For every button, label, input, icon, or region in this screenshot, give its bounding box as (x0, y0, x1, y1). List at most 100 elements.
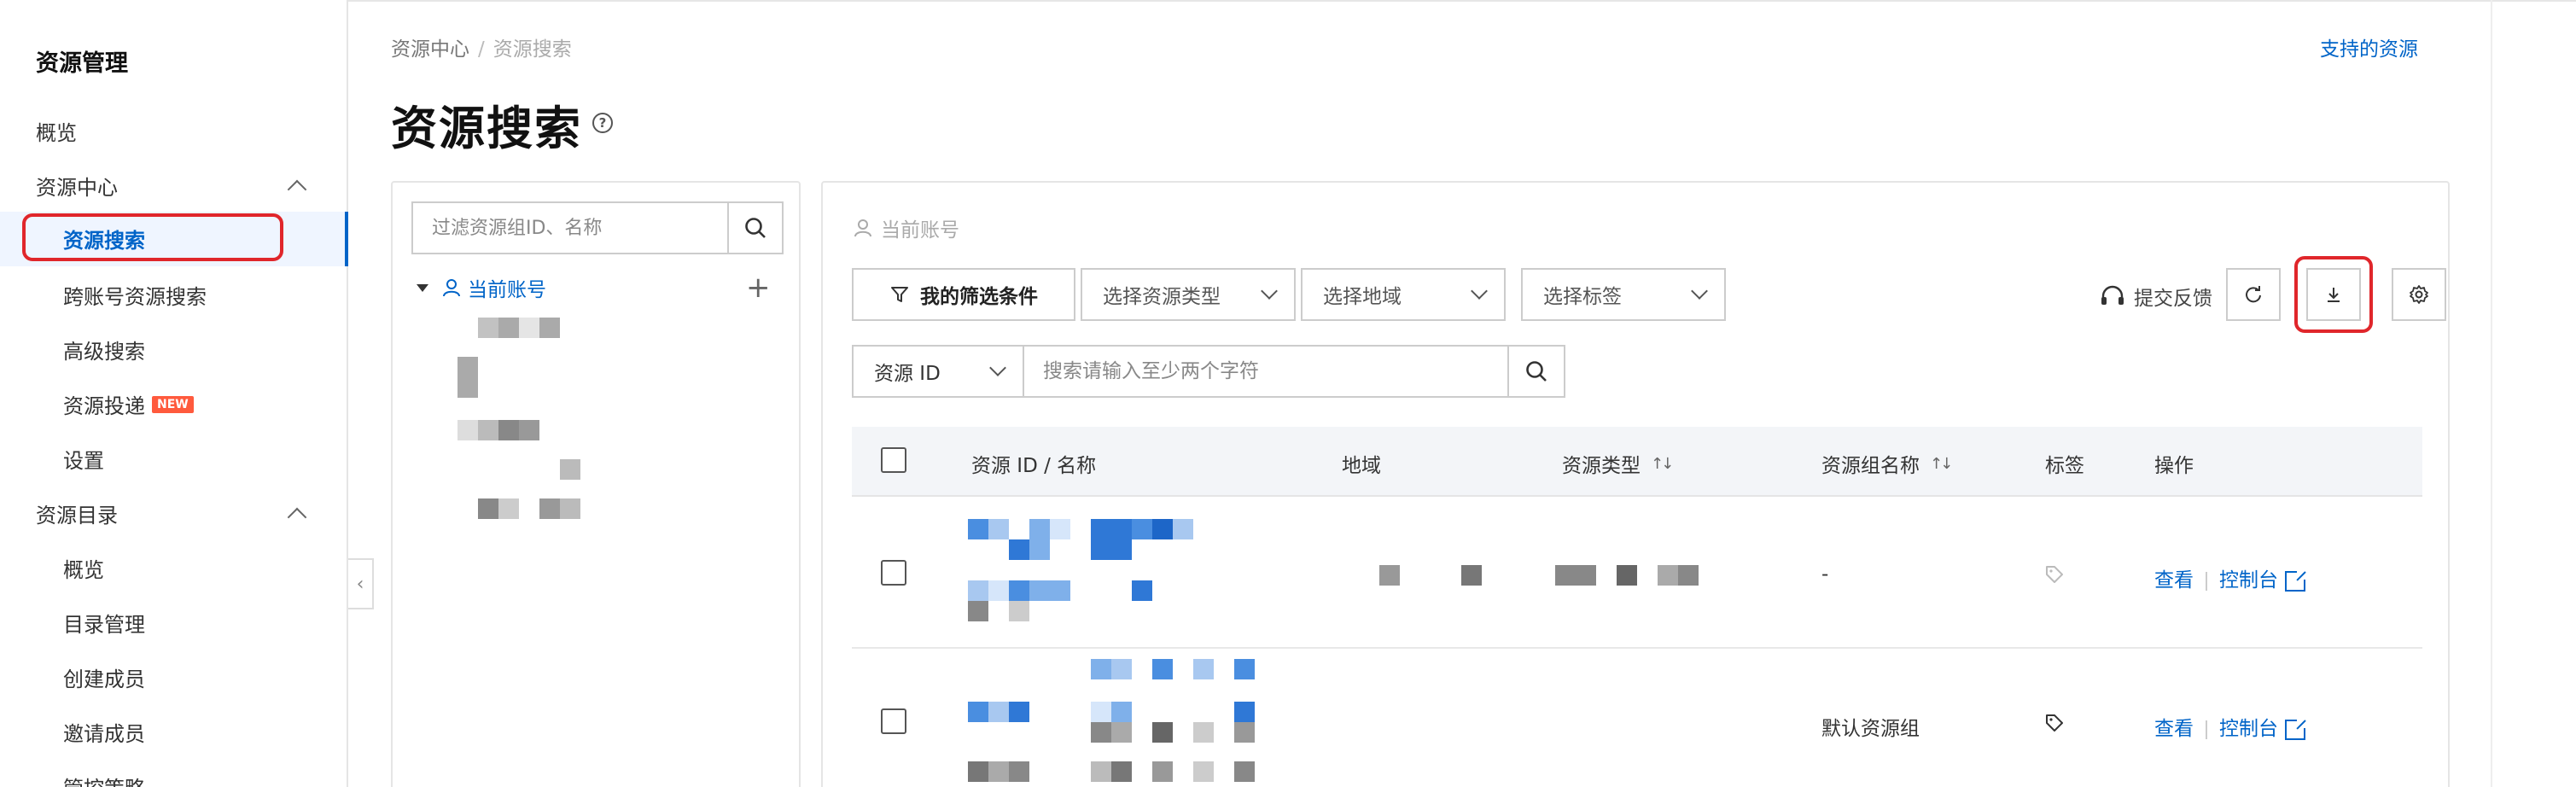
highlight-box (22, 213, 283, 261)
breadcrumb-current: 资源搜索 (492, 38, 572, 61)
sidebar-item-cross-account-search[interactable]: 跨账号资源搜索 (63, 280, 207, 310)
top-border (0, 0, 2576, 2)
col-resource-group-label: 资源组名称 (1821, 455, 1920, 477)
external-link-icon[interactable] (2285, 717, 2307, 740)
sidebar-item-overview[interactable]: 概览 (36, 116, 77, 146)
user-icon (854, 219, 871, 237)
search-icon (745, 218, 766, 238)
sidebar-group-resource-directory[interactable]: 资源目录 (36, 498, 309, 528)
resource-search-input[interactable] (1024, 347, 1507, 396)
chevron-down-icon (1691, 283, 1708, 300)
console-link[interactable]: 控制台 (2219, 569, 2278, 592)
sidebar-item-control-policy[interactable]: 管控策略 (63, 772, 145, 787)
breadcrumb-home[interactable]: 资源中心 (391, 38, 469, 61)
tag-icon[interactable] (2045, 714, 2064, 732)
console-link[interactable]: 控制台 (2219, 718, 2278, 740)
my-filters-label: 我的筛选条件 (920, 286, 1038, 308)
filter-icon (891, 287, 908, 302)
resource-group-name: 默认资源组 (1821, 718, 1920, 740)
my-filters-button[interactable]: 我的筛选条件 (852, 268, 1075, 321)
resource-group-search (411, 201, 784, 254)
chevron-left-icon: ‹ (356, 573, 364, 595)
resource-type-placeholder: 选择资源类型 (1103, 286, 1221, 308)
chevron-down-icon (1261, 283, 1278, 300)
row-actions: 查看 控制台 (2154, 563, 2307, 592)
user-icon (443, 279, 460, 297)
refresh-button[interactable] (2226, 268, 2281, 321)
divider (2206, 720, 2207, 739)
sidebar-item-settings[interactable]: 设置 (63, 444, 104, 474)
sidebar: 资源管理 概览 资源中心 资源搜索 跨账号资源搜索 高级搜索 资源投递 NEW … (0, 0, 348, 787)
sidebar-title: 资源管理 (36, 50, 128, 77)
caret-down-icon (417, 283, 428, 292)
region-placeholder: 选择地域 (1323, 286, 1402, 308)
external-link-icon[interactable] (2285, 568, 2307, 592)
search-field-label: 资源 ID (874, 363, 941, 385)
current-account-tag: 当前账号 (854, 213, 959, 242)
col-id-name: 资源 ID / 名称 (971, 455, 1097, 477)
content-edge (2491, 0, 2492, 787)
col-resource-type[interactable]: 资源类型 ↑↓ (1562, 449, 1674, 478)
feedback-button[interactable]: 提交反馈 (2100, 282, 2212, 311)
tag-placeholder: 选择标签 (1543, 286, 1622, 308)
sidebar-item-dir-management[interactable]: 目录管理 (63, 608, 145, 638)
chevron-up-icon (287, 507, 307, 527)
help-icon[interactable]: ? (592, 113, 613, 133)
new-badge: NEW (152, 395, 194, 413)
search-icon (1526, 361, 1547, 382)
search-button[interactable] (1507, 347, 1564, 396)
tag-select[interactable]: 选择标签 (1521, 268, 1726, 321)
resource-group-filter-input[interactable] (413, 203, 727, 253)
resource-search-panel: 当前账号 我的筛选条件 选择资源类型 选择地域 选择标签 提交反馈 资源 ID (821, 181, 2450, 787)
plus-icon[interactable]: + (746, 273, 771, 302)
view-link[interactable]: 查看 (2154, 718, 2194, 740)
sidebar-item-advanced-search[interactable]: 高级搜索 (63, 335, 145, 364)
tree-root-label: 当前账号 (468, 279, 546, 301)
col-tags: 标签 (2045, 455, 2084, 477)
headset-icon (2101, 285, 2124, 305)
table-row: - 查看 控制台 (852, 497, 2422, 649)
supported-resources-link[interactable]: 支持的资源 (2320, 32, 2418, 61)
sidebar-group-label: 资源目录 (36, 504, 118, 528)
feedback-label: 提交反馈 (2134, 288, 2212, 310)
sidebar-item-resource-delivery[interactable]: 资源投递 NEW (63, 389, 194, 419)
chevron-up-icon (287, 179, 307, 199)
page-title: 资源搜索 (391, 102, 582, 155)
account-tag-label: 当前账号 (881, 219, 959, 242)
col-resource-type-label: 资源类型 (1562, 455, 1641, 477)
select-all-checkbox[interactable] (881, 447, 906, 473)
resource-group-name: - (1821, 563, 1829, 586)
tag-icon[interactable] (2045, 565, 2064, 584)
table-header: 资源 ID / 名称 地域 资源类型 ↑↓ 资源组名称 ↑↓ 标签 操作 (852, 427, 2422, 497)
sidebar-item-create-member[interactable]: 创建成员 (63, 662, 145, 692)
row-checkbox[interactable] (881, 708, 906, 734)
sort-icon[interactable]: ↑↓ (1651, 455, 1674, 473)
search-field-select[interactable]: 资源 ID (852, 345, 1024, 398)
highlight-box (2294, 256, 2373, 333)
sidebar-collapse-toggle[interactable]: ‹ (348, 558, 374, 609)
sidebar-group-label: 资源中心 (36, 176, 118, 200)
col-actions: 操作 (2154, 455, 2194, 477)
chevron-down-icon (989, 359, 1006, 376)
sort-icon[interactable]: ↑↓ (1930, 455, 1953, 473)
refresh-icon (2246, 286, 2261, 303)
col-region: 地域 (1342, 455, 1381, 477)
resource-group-panel: 当前账号 + (391, 181, 801, 787)
row-checkbox[interactable] (881, 560, 906, 586)
row-actions: 查看 控制台 (2154, 712, 2307, 741)
sidebar-item-label: 资源投递 (63, 394, 145, 418)
sidebar-group-resource-center[interactable]: 资源中心 (36, 171, 309, 201)
resource-search-box (1023, 345, 1565, 398)
resource-table: 资源 ID / 名称 地域 资源类型 ↑↓ 资源组名称 ↑↓ 标签 操作 - 查… (852, 427, 2422, 787)
tree-root-current-account[interactable]: 当前账号 (417, 273, 546, 302)
sidebar-item-invite-member[interactable]: 邀请成员 (63, 717, 145, 747)
resource-type-select[interactable]: 选择资源类型 (1081, 268, 1296, 321)
table-row: 默认资源组 查看 控制台 (852, 649, 2422, 787)
col-resource-group[interactable]: 资源组名称 ↑↓ (1821, 449, 1953, 478)
sidebar-item-dir-overview[interactable]: 概览 (63, 553, 104, 583)
region-select[interactable]: 选择地域 (1301, 268, 1506, 321)
breadcrumb: 资源中心 / 资源搜索 (391, 32, 572, 61)
search-button[interactable] (727, 203, 782, 253)
settings-button[interactable] (2392, 268, 2446, 321)
view-link[interactable]: 查看 (2154, 569, 2194, 592)
